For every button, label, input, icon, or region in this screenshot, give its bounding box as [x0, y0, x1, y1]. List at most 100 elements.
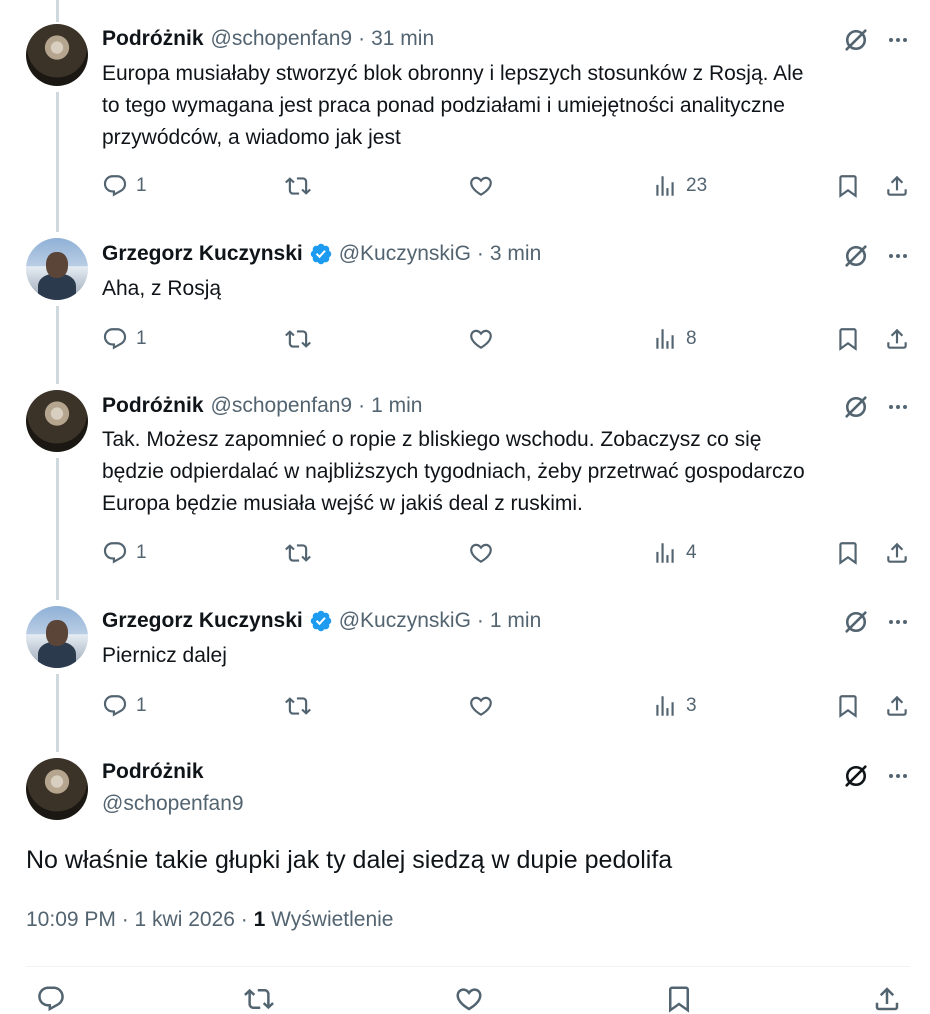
more-options-icon[interactable] — [886, 28, 910, 52]
like-button[interactable] — [454, 984, 484, 1014]
tweet-time[interactable]: 1 min — [371, 394, 422, 418]
reply-count: 1 — [136, 328, 147, 349]
separator-dot: · — [476, 609, 484, 632]
views-icon — [652, 693, 678, 719]
grok-icon[interactable] — [842, 393, 870, 421]
grok-icon[interactable] — [842, 762, 870, 790]
reply-button[interactable]: 1 — [102, 691, 147, 721]
more-options-icon[interactable] — [886, 244, 910, 268]
tweet-time[interactable]: 3 min — [490, 242, 541, 266]
tweet-metadata: 10:09 PM · 1 kwi 2026 · 1 Wyświetlenie — [26, 908, 394, 932]
grok-icon[interactable] — [842, 608, 870, 636]
share-button[interactable] — [872, 984, 902, 1014]
views-icon — [652, 540, 678, 566]
bookmark-icon — [835, 173, 861, 199]
bookmark-icon — [835, 326, 861, 352]
avatar-grzegorz[interactable] — [26, 606, 88, 668]
views-count: 23 — [686, 175, 708, 196]
avatar-podroznik[interactable] — [26, 758, 88, 820]
tweet-header: Grzegorz Kuczynski @KuczynskiG · 3 min — [102, 240, 541, 268]
bookmark-button[interactable] — [835, 324, 861, 354]
reply-count: 1 — [136, 175, 147, 196]
bookmark-button[interactable] — [664, 984, 694, 1014]
avatar-grzegorz[interactable] — [26, 238, 88, 300]
share-button[interactable] — [884, 691, 910, 721]
author-name[interactable]: Grzegorz Kuczynski — [102, 242, 303, 266]
separator-dot: · — [476, 242, 484, 265]
retweet-button[interactable] — [285, 324, 311, 354]
share-icon — [884, 540, 910, 566]
author-handle[interactable]: @schopenfan9 — [211, 394, 353, 418]
retweet-button[interactable] — [285, 171, 311, 201]
like-button[interactable] — [468, 691, 494, 721]
bookmark-button[interactable] — [835, 538, 861, 568]
more-options-icon[interactable] — [886, 764, 910, 788]
author-handle[interactable]: @KuczynskiG — [339, 242, 471, 266]
thread-line — [56, 92, 59, 232]
tweet-text: Aha, z Rosją — [102, 277, 222, 300]
like-button[interactable] — [468, 171, 494, 201]
tweet-header: Grzegorz Kuczynski @KuczynskiG · 1 min — [102, 607, 541, 635]
author-handle[interactable]: @KuczynskiG — [339, 609, 471, 633]
author-handle[interactable]: @schopenfan9 — [102, 792, 244, 816]
tweet-text: Tak. Możesz zapomnieć o ropie z bliskieg… — [102, 428, 805, 515]
retweet-button[interactable] — [244, 984, 274, 1014]
reply-count: 1 — [136, 695, 147, 716]
reply-button[interactable] — [36, 984, 66, 1014]
views-count: 3 — [686, 695, 697, 716]
reply-button[interactable]: 1 — [102, 538, 147, 568]
divider — [26, 966, 910, 967]
tweet-time[interactable]: 31 min — [371, 27, 434, 51]
views-button[interactable]: 23 — [652, 171, 707, 201]
like-icon — [468, 173, 494, 199]
grok-icon[interactable] — [842, 26, 870, 54]
bookmark-button[interactable] — [835, 691, 861, 721]
retweet-button[interactable] — [285, 691, 311, 721]
author-handle[interactable]: @schopenfan9 — [211, 27, 353, 51]
reply-button[interactable]: 1 — [102, 171, 147, 201]
author-name[interactable]: Grzegorz Kuczynski — [102, 609, 303, 633]
retweet-icon — [285, 693, 311, 719]
author-name[interactable]: Podróżnik — [102, 760, 204, 784]
author-name[interactable]: Podróżnik — [102, 394, 204, 418]
avatar-podroznik[interactable] — [26, 24, 88, 86]
verified-badge-icon[interactable] — [309, 242, 333, 266]
bookmark-icon — [664, 984, 694, 1014]
views-count: 8 — [686, 328, 697, 349]
author-name[interactable]: Podróżnik — [102, 27, 204, 51]
bookmark-button[interactable] — [835, 171, 861, 201]
reply-icon — [102, 326, 128, 352]
like-icon — [468, 326, 494, 352]
tweet-header-actions — [842, 393, 910, 421]
more-options-icon[interactable] — [886, 395, 910, 419]
share-button[interactable] — [884, 538, 910, 568]
verified-badge-icon[interactable] — [309, 609, 333, 633]
retweet-button[interactable] — [285, 538, 311, 568]
share-button[interactable] — [884, 171, 910, 201]
share-icon — [884, 173, 910, 199]
reply-count: 1 — [136, 542, 147, 563]
tweet-header-actions — [842, 608, 910, 636]
like-button[interactable] — [468, 538, 494, 568]
reply-button[interactable]: 1 — [102, 324, 147, 354]
more-options-icon[interactable] — [886, 610, 910, 634]
views-button[interactable]: 4 — [652, 538, 697, 568]
avatar-podroznik[interactable] — [26, 390, 88, 452]
tweet-text: Piernicz dalej — [102, 644, 227, 667]
share-button[interactable] — [884, 324, 910, 354]
grok-icon[interactable] — [842, 242, 870, 270]
like-icon — [468, 693, 494, 719]
views-button[interactable]: 8 — [652, 324, 697, 354]
retweet-icon — [285, 173, 311, 199]
views-label: Wyświetlenie — [271, 908, 394, 931]
reply-icon — [102, 173, 128, 199]
separator-dot: · — [358, 394, 366, 417]
main-tweet-text: No właśnie takie głupki jak ty dalej sie… — [26, 846, 673, 874]
views-button[interactable]: 3 — [652, 691, 697, 721]
like-button[interactable] — [468, 324, 494, 354]
views-icon — [652, 326, 678, 352]
tweet-time[interactable]: 1 min — [490, 609, 541, 633]
views-icon — [652, 173, 678, 199]
tweet-date[interactable]: 10:09 PM · 1 kwi 2026 · — [26, 908, 254, 931]
retweet-icon — [285, 540, 311, 566]
